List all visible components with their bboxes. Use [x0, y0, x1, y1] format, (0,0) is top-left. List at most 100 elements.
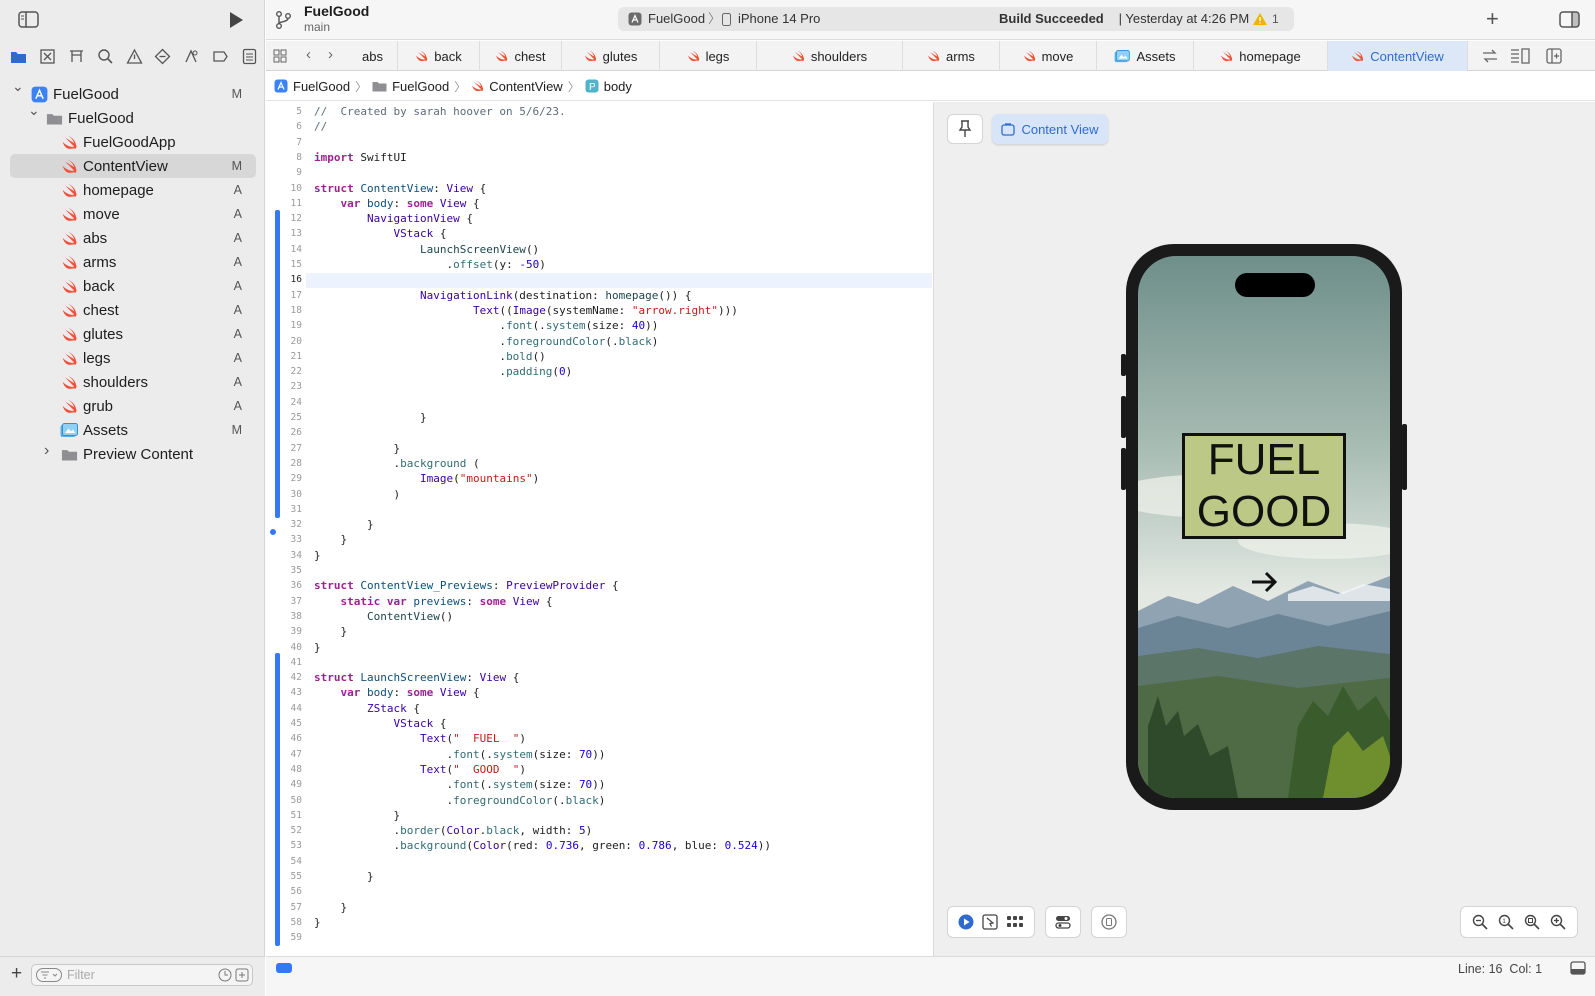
forward-chevron-icon[interactable]: › — [328, 46, 333, 63]
arrow-right-icon[interactable] — [1248, 566, 1280, 598]
xcode-project-icon — [31, 86, 47, 102]
editor-tab[interactable]: glutes — [562, 41, 660, 71]
warning-icon[interactable] — [1252, 12, 1268, 26]
symbol-navigator-icon[interactable] — [68, 48, 85, 65]
breadcrumb-folder[interactable]: FuelGood — [372, 79, 449, 94]
file-tree-label: Preview Content — [83, 445, 194, 463]
breadcrumb-file-label: ContentView — [489, 78, 563, 94]
line-number: 15 — [290, 259, 302, 270]
inspector-toggle-icon[interactable] — [1559, 11, 1580, 28]
editor-tab-label: glutes — [602, 48, 638, 64]
code-line: } — [314, 411, 427, 424]
editor-tab[interactable]: homepage — [1194, 41, 1328, 71]
breadcrumb-project[interactable]: FuelGood — [274, 79, 350, 94]
file-tree-item[interactable]: ContentView M — [10, 154, 256, 178]
zoom-actual-size-icon[interactable]: 1 — [1498, 914, 1514, 930]
device-settings-button[interactable] — [1045, 906, 1081, 938]
file-tree-item[interactable]: ⌄ FuelGood M — [10, 78, 256, 106]
test-navigator-icon[interactable] — [154, 48, 171, 65]
issue-navigator-icon[interactable] — [125, 48, 143, 65]
debug-area-toggle-icon[interactable] — [1570, 961, 1586, 975]
editor-tab[interactable]: ContentView — [1328, 41, 1468, 71]
editor-tab[interactable]: abs — [348, 41, 398, 71]
disclosure-chevron-icon[interactable]: ⌄ — [28, 102, 40, 119]
editor-tab[interactable]: shoulders — [757, 41, 903, 71]
file-tree-item[interactable]: homepage A — [10, 178, 256, 202]
editor-tab-label: arms — [946, 48, 975, 64]
scheme-name[interactable]: FuelGood — [648, 7, 705, 31]
file-tree-item[interactable]: legs A — [10, 346, 256, 370]
editor-options-icon[interactable] — [1510, 48, 1530, 64]
selectable-mode-icon[interactable] — [982, 914, 998, 930]
iphone-device-icon — [722, 13, 731, 26]
file-tree-item[interactable]: move A — [10, 202, 256, 226]
sidebar-bottom-bar: + Filter — [0, 956, 265, 996]
zoom-to-fit-icon[interactable] — [1524, 914, 1540, 930]
window-toolbar: FuelGood main FuelGood 〉 iPhone 14 Pro B… — [266, 0, 1595, 40]
code-line: .foregroundColor(.black) — [314, 793, 606, 807]
breadcrumb-file[interactable]: ContentView — [471, 78, 563, 94]
zoom-out-icon[interactable] — [1472, 914, 1488, 930]
breadcrumb-symbol[interactable]: Pbody — [585, 79, 632, 94]
related-items-grid-icon[interactable] — [273, 49, 287, 63]
swap-arrows-icon[interactable] — [1482, 49, 1498, 63]
file-tree-item[interactable]: back A — [10, 274, 256, 298]
activity-view[interactable]: FuelGood 〉 iPhone 14 Pro Build Succeeded… — [618, 7, 1294, 31]
filter-input[interactable]: Filter — [31, 964, 253, 986]
editor-tab[interactable]: move — [1000, 41, 1097, 71]
line-number: 48 — [290, 763, 302, 775]
file-tree-item[interactable]: chest A — [10, 298, 256, 322]
debug-area-indicator-icon[interactable] — [276, 963, 292, 973]
cursor-position: Line: 16 Col: 1 — [1458, 962, 1543, 976]
file-tree-item[interactable]: glutes A — [10, 322, 256, 346]
source-control-filter-icon[interactable] — [235, 968, 249, 982]
recent-files-icon[interactable] — [218, 968, 232, 982]
file-tree-item[interactable]: FuelGoodApp — [10, 130, 256, 154]
file-tree-item[interactable]: ⌄ FuelGood — [10, 102, 256, 130]
editor-tab[interactable]: back — [398, 41, 480, 71]
run-destination[interactable]: iPhone 14 Pro — [738, 7, 820, 31]
file-tree-item[interactable]: abs A — [10, 226, 256, 250]
editor-tab[interactable]: Assets — [1097, 41, 1194, 71]
editor-tab[interactable]: legs — [660, 41, 757, 71]
source-editor[interactable]: 5 // Created by sarah hoover on 5/6/23. 6 /… — [266, 102, 932, 956]
content-view-preview-button[interactable]: Content View — [992, 114, 1108, 144]
editor-tab[interactable]: arms — [903, 41, 1000, 71]
code-line: .font(.system(size: 70)) — [314, 747, 606, 761]
line-number: 21 — [290, 350, 302, 362]
warning-count[interactable]: 1 — [1272, 12, 1279, 26]
disclosure-chevron-icon[interactable]: › — [44, 442, 49, 460]
sidebar-toggle-icon[interactable] — [18, 11, 39, 28]
breadcrumb-separator: 〉 — [454, 79, 467, 94]
code-line: ZStack { — [366, 701, 420, 715]
add-file-icon[interactable]: + — [11, 963, 22, 985]
project-navigator-folder-icon[interactable] — [10, 48, 27, 65]
editor-tab-label: homepage — [1239, 48, 1301, 64]
run-play-icon[interactable] — [228, 11, 244, 29]
swift-file-icon — [472, 80, 484, 92]
report-navigator-icon[interactable] — [241, 48, 258, 65]
disclosure-chevron-icon[interactable]: ⌄ — [12, 78, 24, 95]
file-tree-item[interactable]: shoulders A — [10, 370, 256, 394]
file-tree-item[interactable]: › Preview Content — [10, 442, 256, 466]
file-tree-item[interactable]: grub A — [10, 394, 256, 418]
line-number: 53 — [290, 840, 302, 852]
zoom-in-icon[interactable] — [1550, 914, 1566, 930]
source-control-icon[interactable] — [39, 48, 56, 65]
pin-button[interactable] — [947, 114, 983, 144]
variants-button[interactable] — [1091, 906, 1127, 938]
editor-tab[interactable]: chest — [480, 41, 562, 71]
code-line: .padding(0) — [314, 365, 573, 379]
library-plus-icon[interactable]: + — [1486, 6, 1499, 32]
file-tree-item[interactable]: arms A — [10, 250, 256, 274]
code-line: } — [314, 915, 321, 929]
live-preview-play-icon[interactable] — [958, 914, 974, 930]
file-tree-item[interactable]: Assets M — [10, 418, 256, 442]
breakpoint-navigator-icon[interactable] — [212, 48, 229, 65]
variants-grid-icon[interactable] — [1006, 915, 1024, 929]
find-navigator-icon[interactable] — [97, 48, 114, 65]
add-editor-icon[interactable] — [1546, 48, 1562, 64]
debug-navigator-icon[interactable] — [183, 48, 200, 65]
sidebar-toolbar — [0, 0, 265, 40]
back-chevron-icon[interactable]: ‹ — [306, 46, 311, 63]
